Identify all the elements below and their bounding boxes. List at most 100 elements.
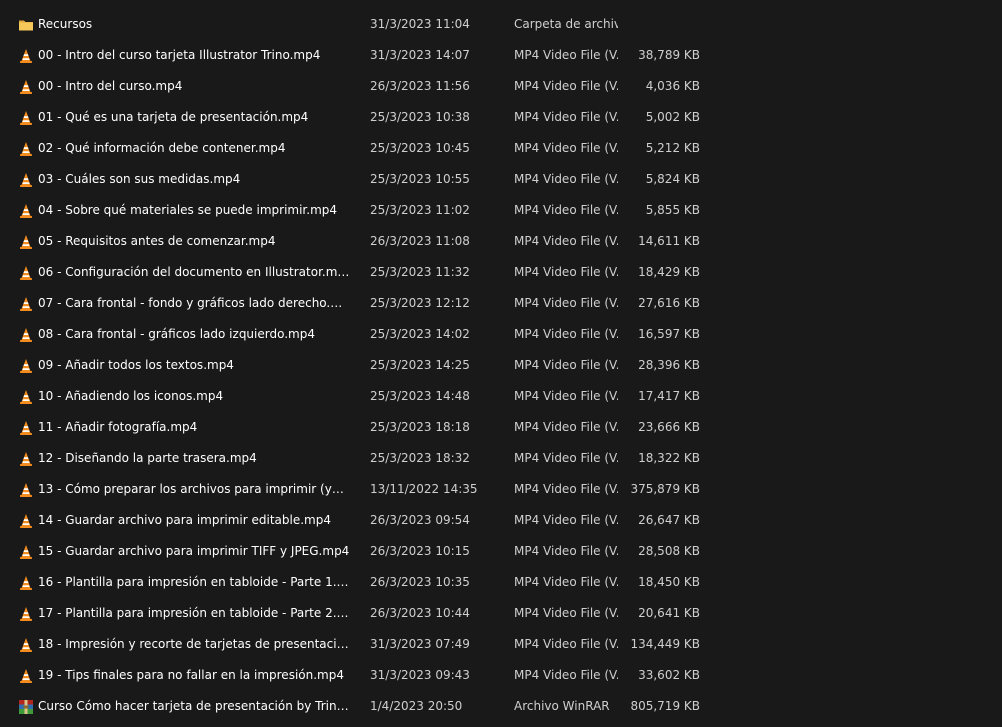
file-name: 00 - Intro del curso tarjeta Illustrator… (38, 48, 321, 62)
file-size: 33,602 KB (638, 668, 700, 682)
vlc-icon (18, 606, 34, 622)
file-row[interactable]: Curso Cómo hacer tarjeta de presentación… (0, 691, 1002, 722)
file-row[interactable]: 02 - Qué información debe contener.mp4 25… (0, 133, 1002, 164)
file-size: 23,666 KB (638, 420, 700, 434)
file-size: 28,508 KB (638, 544, 700, 558)
vlc-icon (18, 358, 34, 374)
file-size: 18,450 KB (638, 575, 700, 589)
file-type: MP4 Video File (V... (514, 172, 618, 186)
file-date-modified: 25/3/2023 10:38 (370, 110, 470, 124)
file-size: 5,824 KB (645, 172, 700, 186)
file-date-modified: 31/3/2023 07:49 (370, 637, 470, 651)
file-date-modified: 31/3/2023 09:43 (370, 668, 470, 682)
vlc-icon (18, 544, 34, 560)
file-type: MP4 Video File (V... (514, 234, 618, 248)
file-row[interactable]: 04 - Sobre qué materiales se puede impri… (0, 195, 1002, 226)
file-date-modified: 25/3/2023 10:55 (370, 172, 470, 186)
file-row[interactable]: 19 - Tips finales para no fallar en la i… (0, 660, 1002, 691)
file-row[interactable]: 13 - Cómo preparar los archivos para imp… (0, 474, 1002, 505)
file-date-modified: 26/3/2023 10:35 (370, 575, 470, 589)
file-date-modified: 26/3/2023 09:54 (370, 513, 470, 527)
vlc-icon (18, 141, 34, 157)
file-date-modified: 25/3/2023 11:32 (370, 265, 470, 279)
file-type: Archivo WinRAR (514, 699, 610, 713)
file-type: MP4 Video File (V... (514, 110, 618, 124)
file-date-modified: 25/3/2023 14:25 (370, 358, 470, 372)
file-date-modified: 26/3/2023 10:15 (370, 544, 470, 558)
file-size: 26,647 KB (638, 513, 700, 527)
file-row[interactable]: 07 - Cara frontal - fondo y gráficos lad… (0, 288, 1002, 319)
file-type: MP4 Video File (V... (514, 358, 618, 372)
file-name: 06 - Configuración del documento en Illu… (38, 265, 350, 279)
file-size: 4,036 KB (645, 79, 700, 93)
file-name: 13 - Cómo preparar los archivos para imp… (38, 482, 350, 496)
file-row[interactable]: 14 - Guardar archivo para imprimir edita… (0, 505, 1002, 536)
file-row[interactable]: 09 - Añadir todos los textos.mp4 25/3/202… (0, 350, 1002, 381)
file-row[interactable]: 00 - Intro del curso tarjeta Illustrator… (0, 40, 1002, 71)
vlc-icon (18, 637, 34, 653)
file-type: MP4 Video File (V... (514, 544, 618, 558)
folder-icon (18, 17, 34, 33)
file-name: 17 - Plantilla para impresión en tabloid… (38, 606, 350, 620)
file-size: 375,879 KB (630, 482, 700, 496)
file-date-modified: 13/11/2022 14:35 (370, 482, 478, 496)
file-type: MP4 Video File (V... (514, 637, 618, 651)
file-date-modified: 25/3/2023 12:12 (370, 296, 470, 310)
file-date-modified: 31/3/2023 11:04 (370, 17, 470, 31)
file-type: MP4 Video File (V... (514, 482, 618, 496)
file-name: 01 - Qué es una tarjeta de presentación.… (38, 110, 309, 124)
vlc-icon (18, 575, 34, 591)
file-date-modified: 25/3/2023 18:32 (370, 451, 470, 465)
vlc-icon (18, 327, 34, 343)
file-size (620, 9, 700, 40)
vlc-icon (18, 420, 34, 436)
file-size: 28,396 KB (638, 358, 700, 372)
file-type: MP4 Video File (V... (514, 79, 618, 93)
file-row[interactable]: 10 - Añadiendo los iconos.mp4 25/3/2023 1… (0, 381, 1002, 412)
file-row[interactable]: 08 - Cara frontal - gráficos lado izquie… (0, 319, 1002, 350)
file-row[interactable]: 12 - Diseñando la parte trasera.mp4 25/3/… (0, 443, 1002, 474)
file-date-modified: 25/3/2023 14:02 (370, 327, 470, 341)
file-size: 5,002 KB (645, 110, 700, 124)
file-type: Carpeta de archivos (514, 17, 618, 31)
file-row[interactable]: 00 - Intro del curso.mp4 26/3/2023 11:56 M… (0, 71, 1002, 102)
file-type: MP4 Video File (V... (514, 606, 618, 620)
file-row[interactable]: 06 - Configuración del documento en Illu… (0, 257, 1002, 288)
file-name: 08 - Cara frontal - gráficos lado izquie… (38, 327, 315, 341)
vlc-icon (18, 265, 34, 281)
file-row[interactable]: Recursos 31/3/2023 11:04 Carpeta de archiv… (0, 9, 1002, 40)
file-type: MP4 Video File (V... (514, 203, 618, 217)
file-row[interactable]: 01 - Qué es una tarjeta de presentación.… (0, 102, 1002, 133)
vlc-icon (18, 48, 34, 64)
file-size: 5,855 KB (645, 203, 700, 217)
file-size: 18,322 KB (638, 451, 700, 465)
file-row[interactable]: 17 - Plantilla para impresión en tabloid… (0, 598, 1002, 629)
file-row[interactable]: 15 - Guardar archivo para imprimir TIFF … (0, 536, 1002, 567)
file-date-modified: 26/3/2023 11:08 (370, 234, 470, 248)
file-row[interactable]: 11 - Añadir fotografía.mp4 25/3/2023 18:1… (0, 412, 1002, 443)
file-size: 38,789 KB (638, 48, 700, 62)
file-size: 134,449 KB (630, 637, 700, 651)
file-name: 02 - Qué información debe contener.mp4 (38, 141, 286, 155)
file-name: Recursos (38, 17, 93, 31)
file-size: 17,417 KB (638, 389, 700, 403)
file-date-modified: 25/3/2023 14:48 (370, 389, 470, 403)
file-type: MP4 Video File (V... (514, 265, 618, 279)
file-size: 5,212 KB (645, 141, 700, 155)
file-type: MP4 Video File (V... (514, 668, 618, 682)
file-name: 18 - Impresión y recorte de tarjetas de … (38, 637, 350, 651)
vlc-icon (18, 172, 34, 188)
file-name: 05 - Requisitos antes de comenzar.mp4 (38, 234, 276, 248)
file-type: MP4 Video File (V... (514, 420, 618, 434)
file-date-modified: 31/3/2023 14:07 (370, 48, 470, 62)
file-row[interactable]: 16 - Plantilla para impresión en tabloid… (0, 567, 1002, 598)
file-name: 03 - Cuáles son sus medidas.mp4 (38, 172, 241, 186)
file-type: MP4 Video File (V... (514, 389, 618, 403)
file-size: 16,597 KB (638, 327, 700, 341)
file-date-modified: 25/3/2023 10:45 (370, 141, 470, 155)
file-name: 11 - Añadir fotografía.mp4 (38, 420, 198, 434)
file-row[interactable]: 03 - Cuáles son sus medidas.mp4 25/3/2023… (0, 164, 1002, 195)
file-row[interactable]: 18 - Impresión y recorte de tarjetas de … (0, 629, 1002, 660)
file-name: 14 - Guardar archivo para imprimir edita… (38, 513, 331, 527)
file-row[interactable]: 05 - Requisitos antes de comenzar.mp4 26/… (0, 226, 1002, 257)
